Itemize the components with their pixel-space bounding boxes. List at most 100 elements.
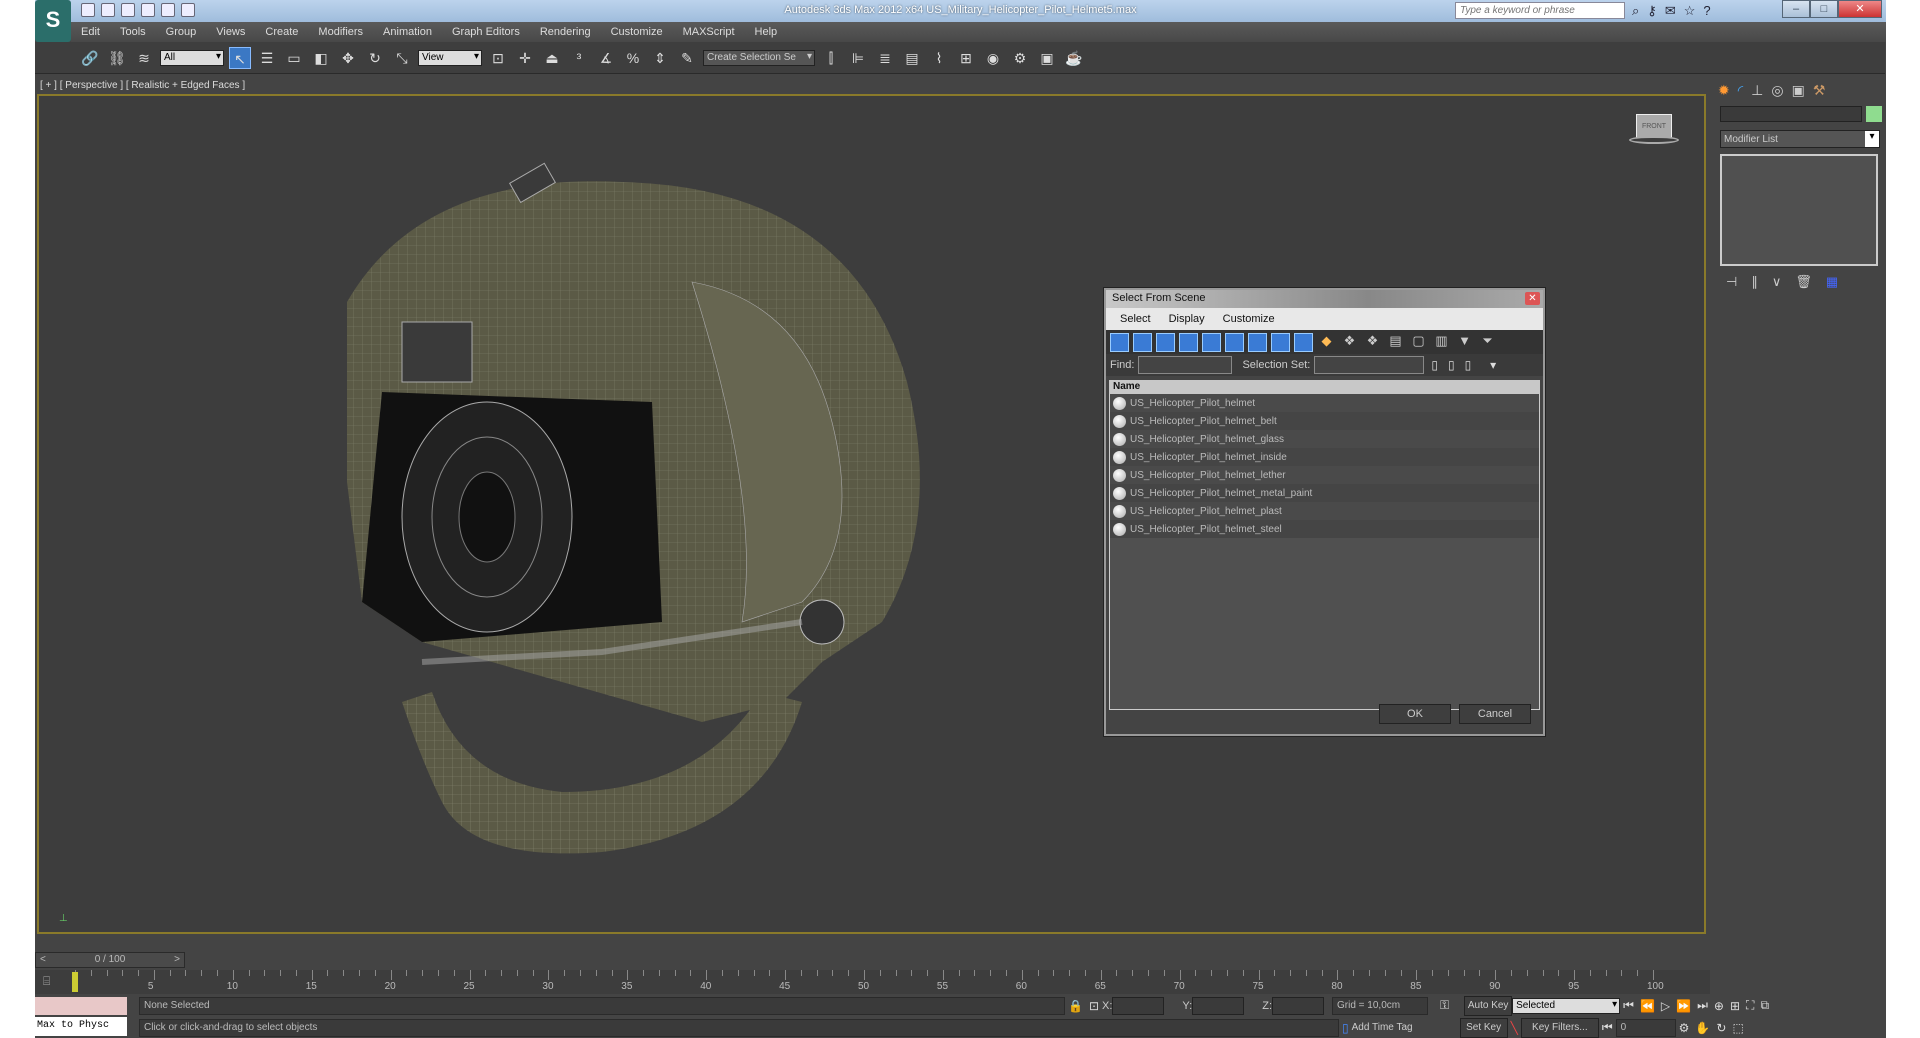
list-item[interactable]: US_Helicopter_Pilot_helmet_inside	[1110, 448, 1539, 466]
remove-from-selection-set-icon[interactable]: ▯	[1465, 358, 1472, 372]
list-item[interactable]: US_Helicopter_Pilot_helmet_plast	[1110, 502, 1539, 520]
menu-customize[interactable]: Customize	[601, 26, 673, 38]
time-configuration-icon[interactable]: ⚙	[1679, 1021, 1690, 1035]
name-column-header[interactable]: Name	[1109, 380, 1540, 394]
named-selection-dropdown[interactable]: Create Selection Se	[703, 49, 815, 66]
menu-tools[interactable]: Tools	[110, 26, 156, 38]
display-geometry-icon[interactable]	[1110, 332, 1129, 352]
utilities-tab-icon[interactable]: ⚒	[1813, 82, 1826, 99]
open-file-icon[interactable]	[101, 3, 115, 17]
filter-icon[interactable]: ▼	[1455, 333, 1474, 352]
key-mode-icon[interactable]: ⚿	[1440, 998, 1449, 1013]
edit-named-selection-icon[interactable]: ✎	[676, 47, 698, 69]
communication-icon[interactable]: ✉	[1665, 3, 1676, 19]
cancel-button[interactable]: Cancel	[1459, 704, 1531, 724]
ok-button[interactable]: OK	[1379, 704, 1451, 724]
motion-tab-icon[interactable]: ◎	[1771, 82, 1783, 99]
material-editor-icon[interactable]: ◉	[982, 47, 1004, 69]
menu-modifiers[interactable]: Modifiers	[308, 26, 373, 38]
menu-group[interactable]: Group	[156, 26, 207, 38]
maxscript-mini-listener[interactable]: Max to Physc	[35, 1017, 127, 1036]
display-bones-icon[interactable]	[1294, 332, 1313, 352]
viewport-label[interactable]: [ + ] [ Perspective ] [ Realistic + Edge…	[40, 80, 245, 91]
go-to-end-icon[interactable]: ⏭	[1697, 998, 1708, 1013]
help-icon[interactable]: ?	[1703, 3, 1710, 19]
maximize-viewport-icon[interactable]: ⬚	[1732, 1021, 1743, 1035]
time-tag-icon[interactable]: ▯	[1342, 1021, 1349, 1035]
rotate-icon[interactable]: ↻	[364, 47, 386, 69]
select-object-icon[interactable]: ↖	[229, 46, 251, 69]
display-groups-icon[interactable]	[1248, 332, 1267, 352]
link-icon[interactable]: 🔗	[79, 47, 101, 69]
display-xrefs-icon[interactable]	[1271, 332, 1290, 352]
menu-maxscript[interactable]: MAXScript	[673, 26, 745, 38]
modify-tab-icon[interactable]: ◜	[1738, 82, 1743, 99]
list-item[interactable]: US_Helicopter_Pilot_helmet_metal_paint	[1110, 484, 1539, 502]
bind-space-warp-icon[interactable]: ≋	[133, 47, 155, 69]
display-shapes-icon[interactable]	[1133, 332, 1152, 352]
rendered-frame-window-icon[interactable]: ▣	[1036, 47, 1058, 69]
menu-graph-editors[interactable]: Graph Editors	[442, 26, 530, 38]
previous-frame-icon[interactable]: ⏪	[1640, 999, 1655, 1013]
display-hidden-icon[interactable]: ❖	[1363, 333, 1382, 352]
list-item[interactable]: US_Helicopter_Pilot_helmet_lether	[1110, 466, 1539, 484]
display-tab-icon[interactable]: ▣	[1792, 82, 1805, 99]
key-filters-button[interactable]: Key Filters...	[1520, 1017, 1599, 1038]
display-containers-icon[interactable]: ◆	[1317, 333, 1336, 352]
display-none-icon[interactable]: ▢	[1409, 333, 1428, 352]
modifier-stack[interactable]	[1720, 154, 1878, 266]
unlink-icon[interactable]: ⛓	[106, 47, 128, 69]
zoom-icon[interactable]: ⊕	[1714, 999, 1724, 1013]
go-to-start-icon[interactable]: ⏮	[1623, 998, 1634, 1013]
set-key-button[interactable]: Set Key	[1459, 1017, 1508, 1038]
dialog-close-button[interactable]: ✕	[1525, 292, 1540, 305]
keyboard-shortcut-override-icon[interactable]: ⏏	[541, 47, 563, 69]
pivot-center-icon[interactable]: ⊡	[487, 47, 509, 69]
close-button[interactable]: ✕	[1838, 0, 1882, 18]
remove-modifier-icon[interactable]: 🗑	[1795, 274, 1812, 290]
filter-selected-icon[interactable]: ⏷	[1478, 333, 1497, 352]
auto-key-button[interactable]: Auto Key	[1464, 995, 1513, 1016]
z-coordinate-field[interactable]	[1272, 996, 1324, 1015]
layer-manager-icon[interactable]: ≣	[874, 47, 896, 69]
undo-icon[interactable]	[141, 3, 155, 17]
timeline-track[interactable]: 5 10 15 20 25 30 35 40 45 50 55 60 65 70 75 80 85 90 95 100…	[35, 970, 1710, 994]
make-unique-icon[interactable]: ∨	[1772, 274, 1782, 290]
select-manipulate-icon[interactable]: ✛	[514, 47, 536, 69]
mirror-icon[interactable]: ⫿	[820, 47, 842, 69]
maximize-button[interactable]: □	[1810, 0, 1838, 18]
angle-snap-icon[interactable]: ∡	[595, 47, 617, 69]
viewcube[interactable]: FRONT	[1629, 114, 1679, 150]
y-coordinate-field[interactable]	[1192, 996, 1245, 1015]
key-mode-toggle-icon[interactable]: ⏮	[1602, 1020, 1613, 1035]
curve-editor-icon[interactable]: ⌇	[928, 47, 950, 69]
absolute-mode-icon[interactable]: ⊡	[1089, 999, 1099, 1013]
menu-edit[interactable]: Edit	[71, 26, 110, 38]
dialog-menu-customize[interactable]: Customize	[1223, 313, 1275, 325]
star-icon[interactable]: ☆	[1684, 3, 1696, 19]
zoom-extents-icon[interactable]: ⛶	[1746, 998, 1754, 1013]
add-to-selection-set-icon[interactable]: ▯	[1448, 358, 1455, 372]
key-icon[interactable]: ⚷	[1647, 3, 1657, 19]
next-frame-arrow[interactable]: >	[174, 953, 180, 967]
current-time-marker[interactable]	[72, 972, 78, 992]
rectangular-selection-icon[interactable]: ▭	[283, 47, 305, 69]
list-item[interactable]: US_Helicopter_Pilot_helmet_belt	[1110, 412, 1539, 430]
current-frame-field[interactable]: 0	[1615, 1018, 1676, 1037]
configure-modifier-sets-icon[interactable]: ▦	[1826, 274, 1838, 290]
x-coordinate-field[interactable]	[1112, 996, 1165, 1015]
list-item[interactable]: US_Helicopter_Pilot_helmet_glass	[1110, 430, 1539, 448]
hierarchy-tab-icon[interactable]: ⊥	[1751, 82, 1763, 99]
reference-coordinate-dropdown[interactable]: View	[418, 49, 482, 66]
pin-stack-icon[interactable]: ⊣	[1726, 274, 1737, 290]
dialog-menu-select[interactable]: Select	[1120, 313, 1151, 325]
percent-snap-icon[interactable]: %	[622, 47, 644, 69]
prev-frame-arrow[interactable]: <	[40, 953, 46, 967]
dialog-menu-display[interactable]: Display	[1169, 313, 1205, 325]
track-bar-menu-icon[interactable]: ⌸	[43, 974, 50, 989]
new-selection-set-icon[interactable]: ▯	[1431, 358, 1438, 372]
menu-views[interactable]: Views	[206, 26, 255, 38]
object-name-field[interactable]	[1720, 106, 1862, 122]
selection-set-dropdown[interactable]	[1314, 356, 1425, 374]
application-button[interactable]: S	[35, 0, 71, 42]
